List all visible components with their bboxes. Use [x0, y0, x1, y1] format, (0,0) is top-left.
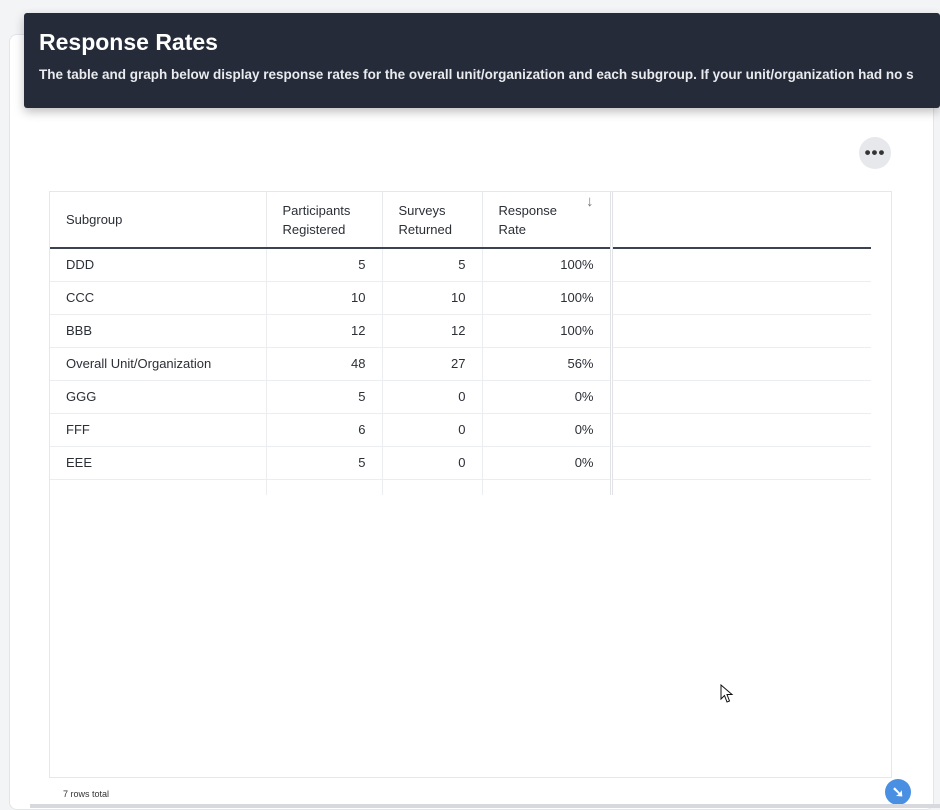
cell-subgroup: BBB	[50, 314, 267, 348]
cell-surveys-returned: 5	[382, 248, 483, 282]
column-header-response-rate[interactable]: ↓ Response Rate	[482, 192, 613, 249]
response-rate-table: Subgroup Participants Registered Surveys…	[49, 191, 892, 778]
cell-participants-registered: 48	[266, 347, 383, 381]
cell-empty	[611, 248, 871, 282]
filler-cell	[50, 479, 267, 495]
filler-cell	[266, 479, 383, 495]
table-row[interactable]: BBB 12 12 100%	[50, 314, 871, 348]
cell-subgroup: CCC	[50, 281, 267, 315]
cell-response-rate: 0%	[482, 380, 613, 414]
more-options-button[interactable]: •••	[859, 137, 891, 169]
scroll-down-button[interactable]: ➘	[885, 779, 911, 805]
column-header-empty	[611, 192, 871, 249]
cell-surveys-returned: 12	[382, 314, 483, 348]
cell-surveys-returned: 0	[382, 380, 483, 414]
horizontal-scrollbar[interactable]	[30, 804, 940, 808]
more-horizontal-icon: •••	[864, 143, 886, 162]
cell-participants-registered: 12	[266, 314, 383, 348]
cell-subgroup: EEE	[50, 446, 267, 480]
table-header-row: Subgroup Participants Registered Surveys…	[50, 192, 871, 249]
table-row[interactable]: EEE 5 0 0%	[50, 446, 871, 480]
cell-empty	[611, 446, 871, 480]
cell-empty	[611, 380, 871, 414]
cell-empty	[611, 281, 871, 315]
section-description: The table and graph below display respon…	[39, 67, 914, 82]
cell-response-rate: 100%	[482, 314, 613, 348]
column-header-participants-registered[interactable]: Participants Registered	[266, 192, 383, 249]
cell-empty	[611, 347, 871, 381]
rows-total-label: 7 rows total	[63, 789, 110, 799]
cell-empty	[611, 314, 871, 348]
cell-surveys-returned: 27	[382, 347, 483, 381]
table-row[interactable]: DDD 5 5 100%	[50, 248, 871, 282]
filler-cell	[382, 479, 483, 495]
cell-subgroup: DDD	[50, 248, 267, 282]
cell-participants-registered: 5	[266, 446, 383, 480]
cell-surveys-returned: 0	[382, 413, 483, 447]
cell-subgroup: GGG	[50, 380, 267, 414]
cell-participants-registered: 10	[266, 281, 383, 315]
cell-participants-registered: 5	[266, 380, 383, 414]
cell-participants-registered: 5	[266, 248, 383, 282]
table-row[interactable]: CCC 10 10 100%	[50, 281, 871, 315]
filler-cell	[482, 479, 613, 495]
section-title: Response Rates	[39, 29, 218, 55]
scroll-down-icon: ➘	[891, 784, 905, 801]
cell-subgroup: FFF	[50, 413, 267, 447]
column-header-response-rate-label: Response Rate	[498, 202, 558, 237]
table-row[interactable]: FFF 6 0 0%	[50, 413, 871, 447]
table-row[interactable]: GGG 5 0 0%	[50, 380, 871, 414]
table-row[interactable]: Overall Unit/Organization 48 27 56%	[50, 347, 871, 381]
column-header-surveys-returned[interactable]: Surveys Returned	[382, 192, 483, 249]
cell-response-rate: 0%	[482, 446, 613, 480]
cell-surveys-returned: 0	[382, 446, 483, 480]
sort-descending-icon[interactable]: ↓	[586, 192, 594, 211]
cell-response-rate: 100%	[482, 281, 613, 315]
cell-empty	[611, 413, 871, 447]
column-header-subgroup[interactable]: Subgroup	[50, 192, 267, 249]
table-filler-row	[50, 479, 871, 495]
cell-response-rate: 0%	[482, 413, 613, 447]
cell-participants-registered: 6	[266, 413, 383, 447]
cell-subgroup: Overall Unit/Organization	[50, 347, 267, 381]
mouse-cursor-icon	[720, 684, 734, 703]
cell-response-rate: 56%	[482, 347, 613, 381]
section-header: Response Rates The table and graph below…	[24, 13, 940, 108]
cell-response-rate: 100%	[482, 248, 613, 282]
cell-surveys-returned: 10	[382, 281, 483, 315]
filler-cell	[611, 479, 871, 495]
